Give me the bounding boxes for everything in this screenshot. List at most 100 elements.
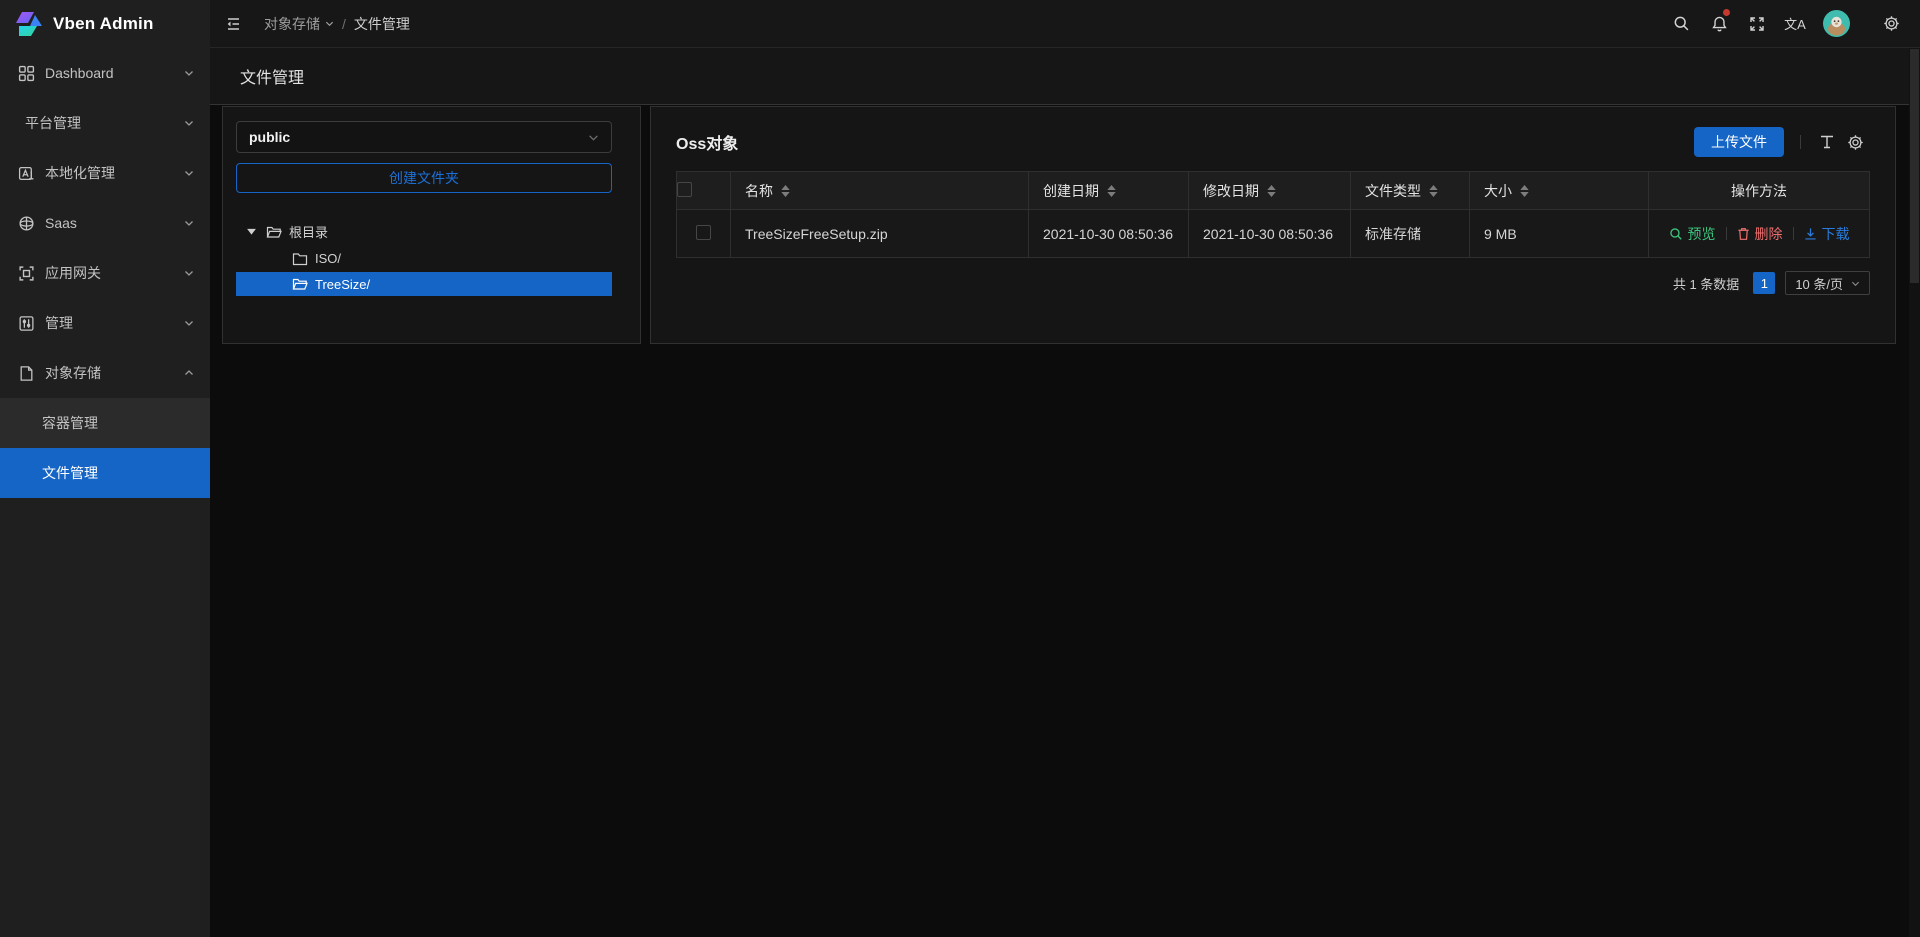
oss-panel: Oss对象 上传文件 (650, 106, 1896, 344)
column-label: 名称 (745, 181, 773, 201)
sidebar-item-label: 应用网关 (45, 263, 101, 283)
sidebar-item-label: 平台管理 (25, 113, 81, 133)
cell-name: TreeSizeFreeSetup.zip (731, 210, 1029, 258)
sidebar-item-gateway[interactable]: 应用网关 (0, 248, 210, 298)
notification-bell-icon[interactable] (1700, 0, 1738, 48)
action-label: 下载 (1822, 224, 1850, 244)
pagination-page-size-value: 10 条/页 (1795, 274, 1843, 293)
toolbar-divider (1800, 135, 1801, 149)
page-header: 文件管理 (210, 48, 1920, 105)
chevron-down-icon (184, 318, 194, 328)
saas-globe-icon (18, 215, 35, 232)
sort-icon[interactable] (1107, 185, 1116, 197)
sort-icon[interactable] (1429, 185, 1438, 197)
sidebar-item-label: Saas (45, 215, 77, 231)
sidebar-item-container-management[interactable]: 容器管理 (0, 398, 210, 448)
sort-icon[interactable] (781, 185, 790, 197)
tree-item-label: TreeSize/ (315, 277, 370, 292)
column-header-created[interactable]: 创建日期 (1029, 172, 1189, 210)
folder-closed-icon (292, 252, 308, 266)
row-checkbox[interactable] (696, 225, 711, 240)
scrollbar-thumb[interactable] (1910, 49, 1919, 283)
sliders-icon (18, 315, 35, 332)
chevron-down-icon (184, 168, 194, 178)
column-header-modified[interactable]: 修改日期 (1189, 172, 1351, 210)
sort-icon[interactable] (1267, 185, 1276, 197)
pagination-page-size-select[interactable]: 10 条/页 (1785, 271, 1870, 295)
tree-item-iso[interactable]: ISO/ (236, 245, 612, 272)
app-logo[interactable]: Vben Admin (0, 0, 210, 48)
sidebar-item-file-management[interactable]: 文件管理 (0, 448, 210, 498)
locale-icon-text: 文A (1784, 14, 1806, 33)
tree-item-label: 根目录 (289, 222, 328, 241)
action-label: 删除 (1755, 224, 1783, 244)
select-all-checkbox[interactable] (677, 182, 692, 197)
download-action[interactable]: 下载 (1804, 224, 1850, 244)
chevron-down-icon (588, 132, 599, 143)
locale-icon[interactable]: 文A (1776, 0, 1814, 48)
column-header-actions: 操作方法 (1649, 172, 1870, 210)
bucket-panel: public 创建文件夹 根目录 ISO/ (222, 106, 641, 344)
sidebar-item-label: 本地化管理 (45, 163, 115, 183)
gateway-icon (18, 265, 35, 282)
pagination-page-1[interactable]: 1 (1753, 272, 1775, 294)
pagination: 共 1 条数据 1 10 条/页 (676, 271, 1870, 295)
menu-fold-icon[interactable] (225, 16, 242, 32)
sort-icon[interactable] (1520, 185, 1529, 197)
sidebar-item-dashboard[interactable]: Dashboard (0, 48, 210, 98)
trash-icon (1737, 227, 1750, 241)
chevron-down-icon (184, 218, 194, 228)
tree-item-root[interactable]: 根目录 (236, 218, 612, 245)
column-label: 大小 (1484, 181, 1512, 201)
breadcrumb-current: 文件管理 (354, 14, 410, 34)
row-height-icon[interactable] (1813, 134, 1841, 150)
tree-item-label: ISO/ (315, 251, 341, 266)
action-divider (1793, 227, 1794, 240)
bucket-select[interactable]: public (236, 121, 612, 153)
column-header-filetype[interactable]: 文件类型 (1351, 172, 1470, 210)
localization-icon (18, 165, 35, 182)
breadcrumb-parent[interactable]: 对象存储 (264, 14, 334, 34)
magnifier-icon (1669, 227, 1683, 241)
search-icon[interactable] (1662, 0, 1700, 48)
sidebar-item-label: 对象存储 (45, 363, 101, 383)
sidebar-item-localization[interactable]: 本地化管理 (0, 148, 210, 198)
column-header-name[interactable]: 名称 (731, 172, 1029, 210)
table-settings-gear-icon[interactable] (1841, 134, 1870, 151)
caret-down-icon[interactable] (247, 228, 257, 235)
sidebar-item-management[interactable]: 管理 (0, 298, 210, 348)
upload-file-button[interactable]: 上传文件 (1694, 127, 1784, 157)
delete-action[interactable]: 删除 (1737, 224, 1783, 244)
column-header-size[interactable]: 大小 (1470, 172, 1649, 210)
settings-gear-icon[interactable] (1872, 0, 1910, 48)
cell-size: 9 MB (1470, 210, 1649, 258)
download-icon (1804, 227, 1817, 241)
chevron-down-icon (184, 118, 194, 128)
chevron-up-icon (184, 368, 194, 378)
sidebar-item-platform[interactable]: 平台管理 (0, 98, 210, 148)
chevron-down-icon (184, 268, 194, 278)
folder-open-icon (292, 277, 308, 291)
sidebar: Vben Admin Dashboard 平台管理 本地化管理 (0, 0, 210, 937)
sidebar-item-saas[interactable]: Saas (0, 198, 210, 248)
column-label: 操作方法 (1731, 181, 1787, 201)
app-title: Vben Admin (53, 14, 154, 34)
cell-filetype: 标准存储 (1351, 210, 1470, 258)
header-actions: 文A (1662, 0, 1920, 47)
file-icon (18, 365, 35, 382)
action-label: 预览 (1688, 224, 1716, 244)
table-header-row: 名称 创建日期 修改日期 文件类型 (677, 172, 1870, 210)
scrollbar-track (1909, 48, 1920, 937)
fullscreen-icon[interactable] (1738, 0, 1776, 48)
preview-action[interactable]: 预览 (1669, 224, 1716, 244)
breadcrumb: 对象存储 / 文件管理 (264, 14, 410, 34)
create-folder-button[interactable]: 创建文件夹 (236, 163, 612, 193)
sidebar-item-label: 管理 (45, 313, 73, 333)
tree-item-treesize[interactable]: TreeSize/ (236, 272, 612, 296)
chevron-down-icon (1851, 279, 1860, 288)
chevron-down-icon (184, 68, 194, 78)
sidebar-item-object-storage[interactable]: 对象存储 (0, 348, 210, 398)
oss-toolbar: 上传文件 (1694, 127, 1870, 157)
user-avatar[interactable] (1814, 0, 1858, 48)
sidebar-item-label: Dashboard (45, 65, 114, 81)
